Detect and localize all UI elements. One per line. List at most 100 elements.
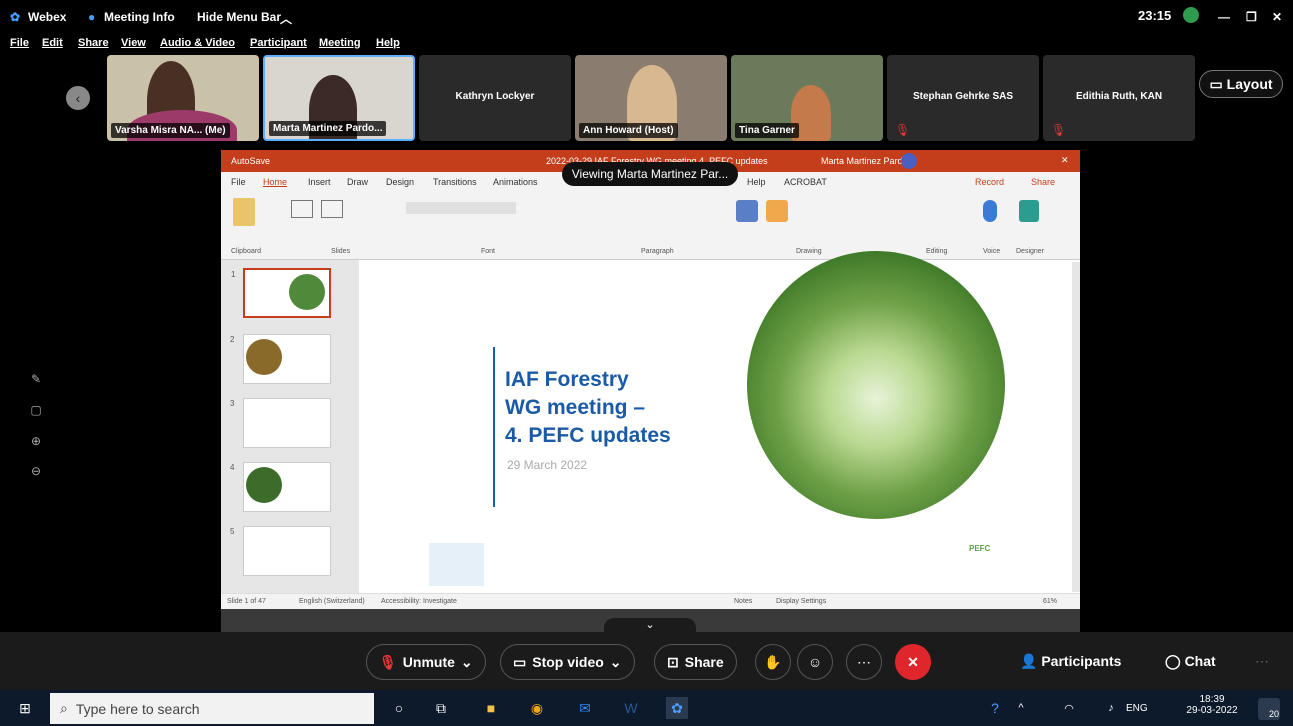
tab-transitions[interactable]: Transitions bbox=[433, 177, 477, 187]
menu-edit[interactable]: Edit bbox=[42, 37, 63, 49]
info-icon: ● bbox=[88, 10, 96, 24]
layout-icon: ▭ bbox=[1209, 75, 1223, 92]
slide-title: IAF Forestry WG meeting – 4. PEFC update… bbox=[505, 368, 671, 447]
chevron-down-icon[interactable]: ⌄ bbox=[461, 654, 473, 671]
shapes-icon[interactable] bbox=[736, 200, 758, 222]
chevron-up-icon[interactable]: ^ bbox=[1010, 697, 1032, 719]
participant-tile[interactable]: Edithia Ruth, KAN 🎙 bbox=[1043, 55, 1195, 141]
record-button[interactable]: Record bbox=[975, 177, 1004, 187]
display-settings-button[interactable]: Display Settings bbox=[776, 598, 826, 605]
language-indicator[interactable]: ENG bbox=[1126, 703, 1148, 714]
autosave-label: AutoSave bbox=[231, 156, 271, 166]
font-name-field[interactable] bbox=[406, 202, 516, 214]
accessibility-status[interactable]: Accessibility: Investigate bbox=[381, 598, 457, 605]
more-panels-icon[interactable]: ⋯ bbox=[1255, 653, 1269, 670]
minimize-icon[interactable]: — bbox=[1218, 10, 1230, 24]
arrange-icon[interactable] bbox=[766, 200, 788, 222]
participant-name: Varsha Misra NA... (Me) bbox=[111, 123, 230, 138]
close-icon[interactable]: ✕ bbox=[1272, 10, 1282, 24]
annotate-icon[interactable]: ✎ bbox=[28, 372, 44, 388]
menu-share[interactable]: Share bbox=[78, 37, 109, 49]
menu-meeting[interactable]: Meeting bbox=[319, 37, 361, 49]
prev-participants-button[interactable]: ‹ bbox=[66, 86, 90, 110]
tab-insert[interactable]: Insert bbox=[308, 177, 331, 187]
more-options-icon[interactable]: ⋯ bbox=[846, 644, 882, 680]
slide-thumb[interactable]: 3 bbox=[230, 398, 331, 448]
unmute-button[interactable]: 🎙 Unmute ⌄ bbox=[366, 644, 486, 680]
task-view-icon[interactable]: ⧉ bbox=[430, 697, 452, 719]
menu-audio-video[interactable]: Audio & Video bbox=[160, 37, 235, 49]
slide-thumb[interactable]: 1 bbox=[231, 268, 331, 318]
tab-file[interactable]: File bbox=[231, 177, 246, 187]
tab-acrobat[interactable]: ACROBAT bbox=[784, 177, 827, 187]
notes-button[interactable]: Notes bbox=[734, 598, 752, 605]
zoom-in-icon[interactable]: ⊕ bbox=[28, 434, 44, 450]
group-clipboard: Clipboard bbox=[231, 248, 261, 255]
search-icon: ⌕ bbox=[60, 700, 68, 716]
layout-button[interactable]: ▭ Layout bbox=[1199, 70, 1283, 98]
participants-icon: 👤 bbox=[1020, 653, 1038, 669]
chevron-up-icon[interactable]: ︿ bbox=[280, 10, 292, 27]
dictate-icon[interactable] bbox=[983, 200, 997, 222]
tab-home[interactable]: Home bbox=[263, 177, 287, 187]
pefc-logo: PEFC bbox=[969, 544, 991, 553]
shared-screen: AutoSave 2022-03-29 IAF Forestry WG meet… bbox=[221, 150, 1080, 633]
participant-tile-active-speaker[interactable]: Marta Martinez Pardo... bbox=[263, 55, 415, 141]
participants-button[interactable]: 👤 Participants bbox=[1020, 653, 1121, 670]
word-icon[interactable]: W bbox=[620, 697, 642, 719]
taskbar-search-box[interactable]: ⌕ Type here to search bbox=[50, 693, 374, 724]
language-status[interactable]: English (Switzerland) bbox=[299, 598, 365, 605]
paste-icon[interactable] bbox=[233, 198, 255, 226]
cortana-icon[interactable]: ○ bbox=[388, 697, 410, 719]
menu-help[interactable]: Help bbox=[376, 37, 400, 49]
file-explorer-icon[interactable]: ■ bbox=[480, 697, 502, 719]
notifications-icon[interactable]: 20 bbox=[1258, 698, 1280, 720]
menu-participant[interactable]: Participant bbox=[250, 37, 307, 49]
tab-animations[interactable]: Animations bbox=[493, 177, 538, 187]
restore-icon[interactable]: ❐ bbox=[1246, 10, 1257, 24]
divider bbox=[493, 347, 495, 507]
designer-icon[interactable] bbox=[1019, 200, 1039, 222]
volume-icon[interactable]: ♪ bbox=[1100, 697, 1122, 719]
participant-tile[interactable]: Tina Garner bbox=[731, 55, 883, 141]
outlook-icon[interactable]: ✉ bbox=[574, 697, 596, 719]
chrome-icon[interactable]: ◉ bbox=[526, 697, 548, 719]
menu-view[interactable]: View bbox=[121, 37, 146, 49]
slide-thumb[interactable]: 4 bbox=[230, 462, 331, 512]
chat-button[interactable]: ◯ Chat bbox=[1165, 653, 1216, 670]
clock[interactable]: 18:39 29-03-2022 bbox=[1186, 694, 1238, 716]
zoom-out-icon[interactable]: ⊖ bbox=[28, 464, 44, 480]
tab-design[interactable]: Design bbox=[386, 177, 414, 187]
scrollbar[interactable] bbox=[1072, 262, 1080, 592]
participant-tile[interactable]: Ann Howard (Host) bbox=[575, 55, 727, 141]
participant-tile[interactable]: Kathryn Lockyer bbox=[419, 55, 571, 141]
menu-file[interactable]: File bbox=[10, 37, 29, 49]
participant-tile[interactable]: Stephan Gehrke SAS 🎙 bbox=[887, 55, 1039, 141]
reactions-icon[interactable]: ☺ bbox=[797, 644, 833, 680]
stop-video-button[interactable]: ▭ Stop video ⌄ bbox=[500, 644, 635, 680]
meeting-info-button[interactable]: Meeting Info bbox=[104, 10, 175, 24]
participant-tile-me[interactable]: Varsha Misra NA... (Me) bbox=[107, 55, 259, 141]
close-icon[interactable]: ✕ bbox=[1061, 155, 1069, 166]
windows-start-icon[interactable]: ⊞ bbox=[14, 697, 36, 719]
leave-meeting-button[interactable]: ✕ bbox=[895, 644, 931, 680]
share-button[interactable]: ⊡ Share bbox=[654, 644, 737, 680]
slide-thumb[interactable]: 5 bbox=[230, 526, 331, 576]
reuse-slides-icon[interactable] bbox=[321, 200, 343, 218]
status-icon[interactable] bbox=[1183, 7, 1199, 23]
raise-hand-icon[interactable]: ✋ bbox=[755, 644, 791, 680]
hide-menu-bar-button[interactable]: Hide Menu Bar bbox=[197, 10, 281, 24]
wifi-icon[interactable]: ◠ bbox=[1058, 697, 1080, 719]
comment-icon[interactable]: ▢ bbox=[28, 403, 44, 419]
muted-mic-icon: 🎙 bbox=[379, 653, 397, 670]
share-button[interactable]: Share bbox=[1031, 177, 1055, 187]
new-slide-icon[interactable] bbox=[291, 200, 313, 218]
chevron-down-icon[interactable]: ⌄ bbox=[610, 654, 622, 671]
webex-taskbar-icon[interactable]: ✿ bbox=[666, 697, 688, 719]
tab-draw[interactable]: Draw bbox=[347, 177, 368, 187]
tab-help[interactable]: Help bbox=[747, 177, 766, 187]
help-icon[interactable]: ? bbox=[984, 697, 1006, 719]
slide-thumb[interactable]: 2 bbox=[230, 334, 331, 384]
zoom-level[interactable]: 61% bbox=[1043, 598, 1057, 605]
share-icon: ⊡ bbox=[667, 653, 679, 670]
